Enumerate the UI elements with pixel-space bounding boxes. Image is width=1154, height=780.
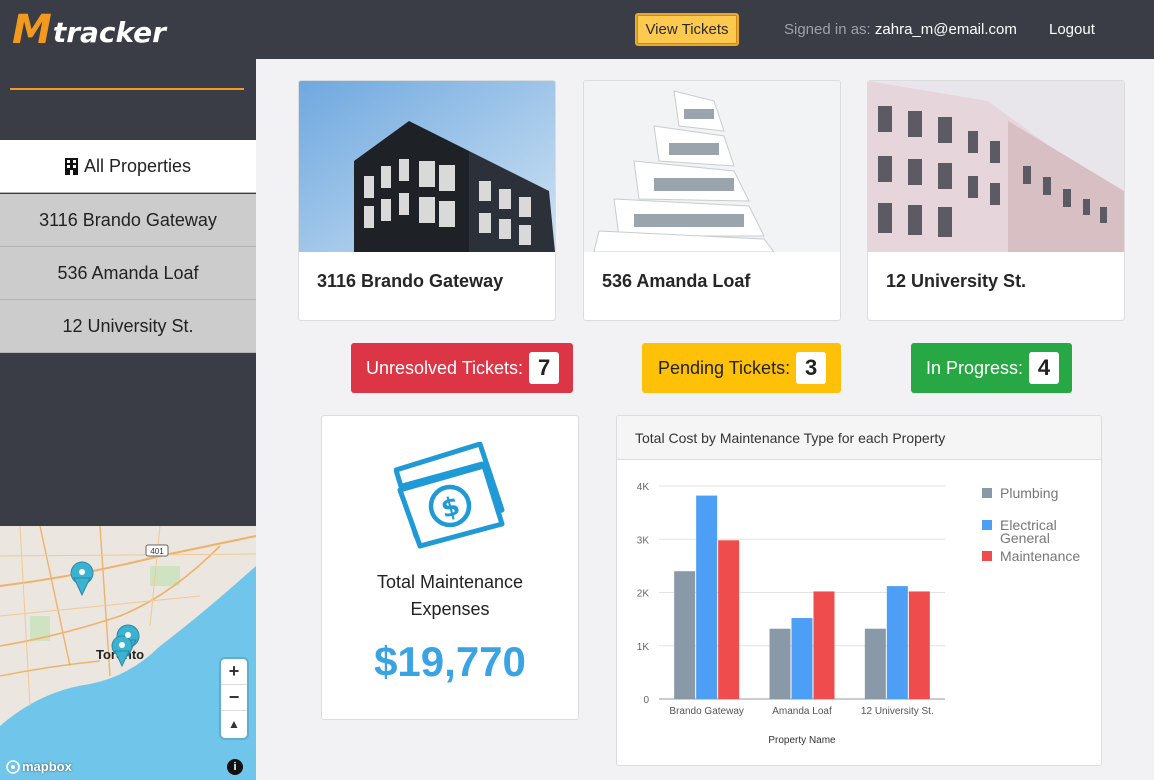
unresolved-tickets-badge[interactable]: Unresolved Tickets: 7 [351,343,573,393]
legend-swatch [982,520,992,530]
pending-label: Pending Tickets: [658,357,791,378]
sidebar-item-label: All Properties [83,155,192,176]
mapbox-attribution: mapbox [22,759,72,774]
building-icon [64,157,78,175]
signed-in-prefix: Signed in as: [784,21,871,38]
sidebar-item-amanda-loaf[interactable]: 536 Amanda Loaf [0,247,256,300]
total-expenses-card: $ Total Maintenance Expenses $19,770 [321,415,579,720]
property-image [299,81,555,252]
y-tick-label: 0 [643,695,649,706]
map-canvas: 401 Toronto [0,526,256,780]
property-name: 12 University St. [886,271,1027,291]
maintenance-cost-chart: 0 1K 2K 3K 4K Brando Gateway Amanda Loaf 12 Uni… [637,482,1081,746]
view-tickets-button[interactable]: View Tickets [635,13,739,46]
maintenance-cost-chart-card: Total Cost by Maintenance Type for each … [616,415,1102,766]
compass-button[interactable]: ▲ [221,711,247,737]
expenses-label-line2: Expenses [410,599,490,619]
unresolved-label: Unresolved Tickets: [366,357,524,378]
in-progress-count: 4 [1029,352,1060,384]
expenses-label: Total Maintenance Expenses [322,569,578,623]
pending-tickets-badge[interactable]: Pending Tickets: 3 [642,343,841,393]
property-card-brando-gateway[interactable]: 3116 Brando Gateway [298,80,556,321]
y-tick-label: 4K [637,482,650,493]
map-controls: + − ▲ [221,659,247,738]
x-axis-label: Property Name [768,735,836,746]
property-image [868,81,1124,252]
map-info-button[interactable]: i [227,759,243,775]
in-progress-badge[interactable]: In Progress: 4 [911,343,1072,393]
x-tick-label: Amanda Loaf [772,706,832,717]
sidebar-item-university-st[interactable]: 12 University St. [0,300,256,353]
y-tick-label: 2K [637,589,650,600]
bar [791,618,813,699]
legend-label: Maintenance [1000,548,1080,564]
logout-link[interactable]: Logout [1049,21,1095,38]
y-tick-label: 3K [637,535,650,546]
property-name: 3116 Brando Gateway [317,271,504,291]
bar [718,540,740,699]
x-tick-label: Brando Gateway [669,706,744,717]
expenses-label-line1: Total Maintenance [376,572,524,592]
sidebar-item-all-properties[interactable]: All Properties [0,140,256,193]
legend-swatch [982,488,992,498]
user-email: zahra_m@email.com [874,21,1017,38]
property-map[interactable]: 401 Toronto [0,526,256,780]
sidebar-divider [10,88,244,90]
bar [886,586,908,699]
property-card-amanda-loaf[interactable]: 536 Amanda Loaf [583,80,841,321]
money-icon: $ [394,442,505,549]
sidebar-item-label: 536 Amanda Loaf [57,262,199,283]
expenses-value: $19,770 [374,638,526,685]
top-navbar: M tracker View Tickets Signed in as: zah… [0,0,1154,59]
bar [674,571,696,699]
pending-count: 3 [796,352,827,384]
bar [813,591,835,699]
sidebar-item-label: 12 University St. [62,315,194,336]
bar [769,628,791,699]
legend-label: Plumbing [1000,485,1058,501]
mapbox-logo: mapbox [6,759,72,774]
bar [908,591,930,699]
mapbox-icon [6,759,20,774]
property-image [584,81,840,252]
legend-label: General [1000,530,1050,546]
bar [696,495,718,699]
zoom-out-button[interactable]: − [221,685,247,711]
zoom-in-button[interactable]: + [221,659,247,685]
sidebar-item-brando-gateway[interactable]: 3116 Brando Gateway [0,194,256,247]
in-progress-label: In Progress: [926,357,1024,378]
signed-in-status: Signed in as: zahra_m@email.com [784,21,1017,38]
y-tick-label: 1K [637,642,650,653]
x-tick-label: 12 University St. [861,706,934,717]
legend-swatch [982,551,992,561]
unresolved-count: 7 [529,352,560,384]
sidebar-item-label: 3116 Brando Gateway [39,209,217,230]
property-name: 536 Amanda Loaf [602,271,751,291]
logo-m: M [12,7,52,53]
highway-label: 401 [150,547,164,556]
property-card-university-st[interactable]: 12 University St. [867,80,1125,321]
logo-tracker: tracker [52,16,166,49]
app-logo[interactable]: M tracker [12,10,166,50]
bar [864,628,886,699]
